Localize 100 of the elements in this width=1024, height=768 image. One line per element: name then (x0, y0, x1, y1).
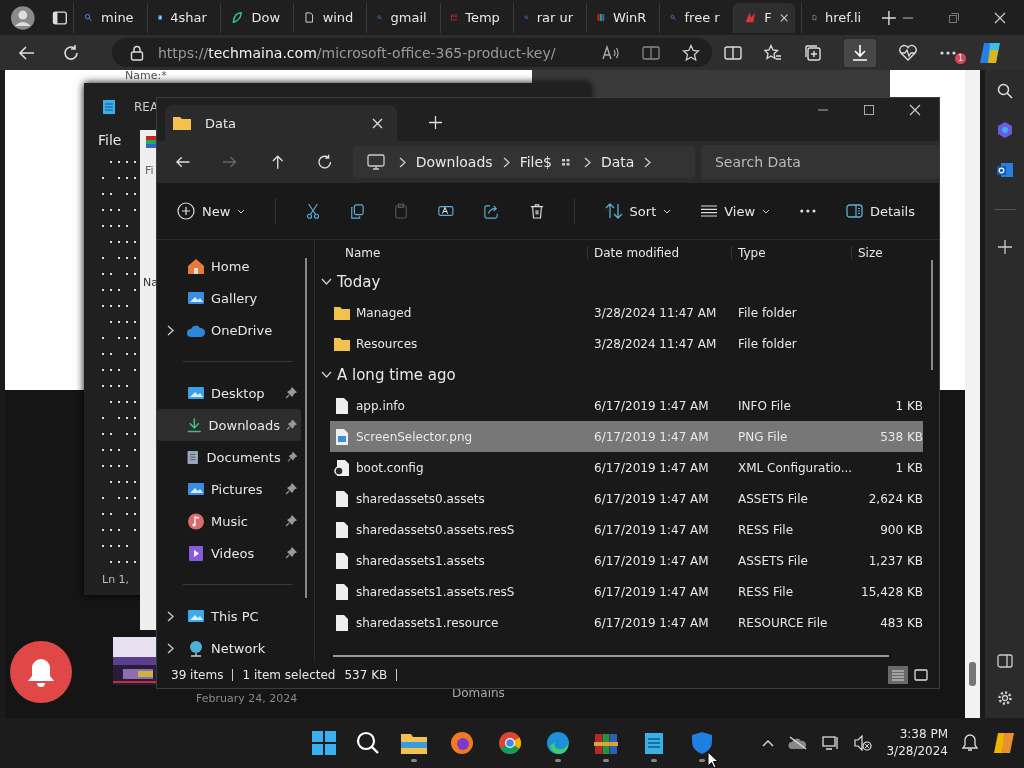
restore-icon[interactable] (948, 11, 960, 24)
file-row[interactable]: sharedassets1.resource 6/17/2019 1:47 AM RESOURCE File 483 KB (330, 607, 923, 638)
cloud-off-icon[interactable] (788, 736, 809, 750)
new-tab-icon[interactable] (882, 10, 896, 25)
menu-item[interactable]: File (98, 132, 122, 148)
browser-tab[interactable]: href.li (800, 2, 869, 33)
column-header[interactable]: Type (731, 246, 851, 260)
file-row[interactable]: boot.config 6/17/2019 1:47 AM XML Configuratio... 1 KB (330, 452, 923, 483)
refresh-icon[interactable] (317, 154, 333, 170)
bell-icon[interactable] (962, 734, 978, 752)
file-row[interactable]: sharedassets1.assets.resS 6/17/2019 1:47 AM RESS File 15,428 KB (330, 576, 923, 607)
back-icon[interactable] (18, 43, 36, 62)
close-icon[interactable] (994, 11, 1006, 24)
search-field[interactable]: Search Data (700, 145, 939, 179)
scrollbar[interactable] (965, 70, 980, 718)
nav-item[interactable]: Pictures (157, 473, 301, 505)
browser-tab[interactable]: 4shar (146, 2, 214, 33)
file-row[interactable]: sharedassets0.assets 6/17/2019 1:47 AM ASSETS File 2,624 KB (330, 483, 923, 514)
nav-item[interactable]: Videos (157, 537, 301, 569)
star-icon[interactable] (682, 43, 700, 62)
rename-icon[interactable] (438, 203, 454, 219)
nav-item[interactable]: Downloads (157, 409, 301, 441)
delete-icon[interactable] (529, 202, 544, 220)
browser-tab[interactable]: rar ur (512, 2, 581, 33)
pin-icon[interactable] (285, 419, 297, 431)
browser-tab[interactable]: WinR (586, 2, 654, 33)
scrollbar[interactable] (305, 258, 307, 598)
copilot-icon[interactable] (992, 731, 1016, 755)
sort-button[interactable]: Sort (604, 203, 672, 219)
column-header[interactable]: Size (851, 246, 911, 260)
search-icon[interactable] (996, 83, 1013, 99)
maximize-icon[interactable] (863, 104, 875, 116)
more-icon[interactable] (800, 209, 816, 213)
scrollbar[interactable] (333, 655, 889, 657)
nav-item[interactable]: Home (157, 250, 301, 282)
expand-chevron-icon[interactable] (167, 324, 174, 336)
group-header[interactable]: Today (315, 266, 461, 297)
column-header[interactable]: Date modified (587, 246, 731, 260)
nav-item[interactable]: Music (157, 505, 301, 537)
clock[interactable]: 3:38 PM 3/28/2024 (886, 726, 948, 760)
sidebar-panel-icon[interactable] (996, 654, 1013, 668)
window-tab[interactable]: Data (165, 105, 397, 141)
pin-icon[interactable] (285, 387, 297, 399)
file-row[interactable]: sharedassets0.assets.resS 6/17/2019 1:47 AM RESS File 900 KB (330, 514, 923, 545)
settings-icon[interactable] (996, 690, 1013, 706)
read-aloud-icon[interactable] (602, 44, 620, 61)
chevron-up-icon[interactable] (762, 739, 775, 747)
browser-tab[interactable]: Dow (219, 2, 288, 33)
nav-item[interactable]: OneDrive (157, 314, 301, 346)
breadcrumb-item[interactable]: Downloads (415, 154, 493, 170)
details-button[interactable]: Details (845, 203, 915, 219)
browser-tab[interactable]: wind (293, 2, 361, 33)
back-icon[interactable] (175, 154, 191, 170)
up-icon[interactable] (269, 154, 286, 170)
nav-item[interactable]: Documents (157, 441, 301, 473)
collections-icon[interactable] (804, 43, 822, 62)
file-row[interactable]: app.info 6/17/2019 1:47 AM INFO File 1 KB (330, 390, 923, 421)
browser-tab[interactable]: mine (73, 2, 141, 33)
pin-icon[interactable] (285, 515, 297, 527)
nav-item[interactable]: Gallery (157, 282, 301, 314)
share-icon[interactable] (484, 202, 500, 220)
profile-icon[interactable] (10, 4, 36, 31)
new-tab-icon[interactable] (429, 116, 442, 129)
nav-item[interactable]: Network (157, 632, 301, 664)
breadcrumb-bar[interactable]: Downloads File$ Data (352, 146, 695, 178)
file-row[interactable]: Managed 3/28/2024 11:47 AM File folder (330, 297, 923, 328)
add-icon[interactable] (997, 240, 1012, 254)
outlook-icon[interactable] (995, 161, 1014, 179)
start-icon[interactable] (312, 731, 336, 755)
file-row[interactable]: sharedassets1.assets 6/17/2019 1:47 AM ASSETS File 1,237 KB (330, 545, 923, 576)
favorites-icon[interactable] (764, 43, 782, 62)
more-icon[interactable] (940, 50, 956, 55)
browser-tab[interactable]: free r (659, 2, 727, 33)
browser-tab[interactable]: gmail (366, 2, 434, 33)
new-button[interactable]: New (177, 202, 246, 220)
search-icon[interactable] (356, 731, 380, 755)
tab-actions-icon[interactable] (51, 9, 68, 26)
pin-icon[interactable] (285, 547, 297, 559)
downloads-button[interactable] (844, 38, 876, 67)
split-screen-icon[interactable] (724, 44, 742, 61)
volume-muted-icon[interactable] (854, 735, 873, 751)
browser-tab[interactable]: F (732, 2, 795, 33)
browser-tab[interactable]: Temp (439, 2, 507, 33)
scrollbar[interactable] (931, 260, 933, 370)
reader-view-icon[interactable] (642, 44, 660, 61)
breadcrumb-item[interactable]: Data (601, 154, 635, 170)
close-icon[interactable] (372, 117, 383, 129)
menu-item[interactable]: Fi (145, 164, 154, 177)
copy-icon[interactable] (350, 202, 365, 220)
group-header[interactable]: A long time ago (315, 359, 461, 390)
breadcrumb-item[interactable]: File$ (519, 154, 552, 170)
view-button[interactable] (888, 665, 908, 684)
network-icon[interactable] (822, 735, 841, 751)
close-icon[interactable] (909, 104, 921, 116)
column-header[interactable]: Name (315, 246, 587, 260)
address-bar[interactable]: https://techmaina.com/microsoft-office-365-product-key/ (112, 38, 712, 67)
nav-item[interactable]: Desktop (157, 377, 301, 409)
file-row[interactable]: ScreenSelector.png 6/17/2019 1:47 AM PNG File 538 KB (330, 421, 923, 452)
copilot-icon[interactable] (978, 41, 1002, 64)
copilot-icon[interactable] (995, 121, 1014, 139)
